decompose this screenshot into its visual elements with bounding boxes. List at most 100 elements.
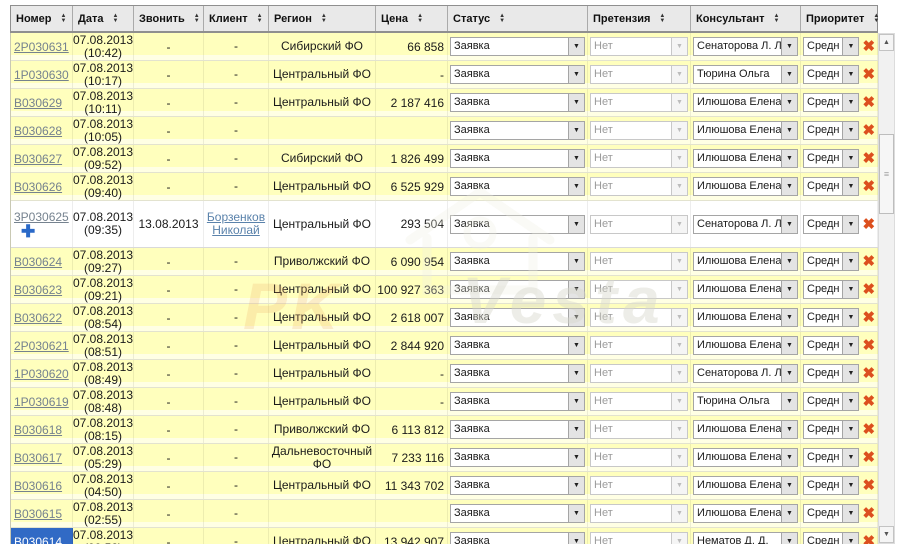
priority-select[interactable]: Средн ▼ (803, 121, 859, 140)
priority-select[interactable]: Средн ▼ (803, 336, 859, 355)
dropdown-arrow-icon[interactable]: ▼ (568, 150, 584, 167)
dropdown-arrow-icon[interactable]: ▼ (842, 281, 858, 298)
priority-select[interactable]: Средн ▼ (803, 504, 859, 523)
priority-select[interactable]: Средн ▼ (803, 149, 859, 168)
column-header-claim[interactable]: Претензия ▲▼ (588, 6, 691, 31)
priority-select[interactable]: Средн ▼ (803, 448, 859, 467)
consultant-select[interactable]: Сенаторова Л. Л. ▼ (693, 364, 798, 383)
consultant-select[interactable]: Сенаторова Л. Л. ▼ (693, 215, 798, 234)
consultant-select[interactable]: Илюшова Елена ▼ (693, 476, 798, 495)
delete-x-icon[interactable]: ✖ (862, 394, 875, 409)
delete-x-icon[interactable]: ✖ (862, 534, 875, 544)
delete-x-icon[interactable]: ✖ (862, 217, 875, 232)
client-link[interactable]: - (234, 124, 238, 137)
consultant-select[interactable]: Илюшова Елена ▼ (693, 448, 798, 467)
consultant-select[interactable]: Илюшова Елена ▼ (693, 149, 798, 168)
order-number-link[interactable]: B030618 (14, 423, 62, 437)
scroll-up-button[interactable]: ▲ (879, 34, 894, 51)
status-select[interactable]: Заявка ▼ (450, 476, 585, 495)
consultant-select[interactable]: Нематов Д. Д. ▼ (693, 532, 798, 544)
dropdown-arrow-icon[interactable]: ▼ (842, 449, 858, 466)
dropdown-arrow-icon[interactable]: ▼ (842, 94, 858, 111)
order-number-link[interactable]: B030628 (14, 124, 62, 138)
delete-x-icon[interactable]: ✖ (862, 67, 875, 82)
consultant-select[interactable]: Илюшова Елена ▼ (693, 280, 798, 299)
delete-x-icon[interactable]: ✖ (862, 478, 875, 493)
delete-x-icon[interactable]: ✖ (862, 95, 875, 110)
sort-icon[interactable]: ▲▼ (499, 14, 505, 24)
dropdown-arrow-icon[interactable]: ▼ (842, 66, 858, 83)
dropdown-arrow-icon[interactable]: ▼ (568, 477, 584, 494)
dropdown-arrow-icon[interactable]: ▼ (568, 94, 584, 111)
status-select[interactable]: Заявка ▼ (450, 336, 585, 355)
column-header-price[interactable]: Цена ▲▼ (376, 6, 448, 31)
dropdown-arrow-icon[interactable]: ▼ (781, 505, 797, 522)
delete-x-icon[interactable]: ✖ (862, 151, 875, 166)
order-number-link[interactable]: B030623 (14, 283, 62, 297)
delete-x-icon[interactable]: ✖ (862, 366, 875, 381)
dropdown-arrow-icon[interactable]: ▼ (842, 216, 858, 233)
column-header-date[interactable]: Дата ▲▼ (73, 6, 134, 31)
dropdown-arrow-icon[interactable]: ▼ (568, 393, 584, 410)
column-header-call[interactable]: Звонить ▲▼ (134, 6, 204, 31)
sort-icon[interactable]: ▲▼ (112, 14, 118, 24)
order-number-link[interactable]: B030627 (14, 152, 62, 166)
dropdown-arrow-icon[interactable]: ▼ (781, 122, 797, 139)
priority-select[interactable]: Средн ▼ (803, 532, 859, 544)
status-select[interactable]: Заявка ▼ (450, 420, 585, 439)
priority-select[interactable]: Средн ▼ (803, 420, 859, 439)
sort-icon[interactable]: ▲▼ (61, 14, 67, 24)
dropdown-arrow-icon[interactable]: ▼ (568, 122, 584, 139)
client-link[interactable]: - (234, 367, 238, 380)
consultant-select[interactable]: Илюшова Елена ▼ (693, 420, 798, 439)
add-order-icon[interactable]: ✚ (21, 224, 35, 239)
delete-x-icon[interactable]: ✖ (862, 179, 875, 194)
consultant-select[interactable]: Илюшова Елена ▼ (693, 252, 798, 271)
order-number-link[interactable]: B030614 (14, 535, 62, 544)
dropdown-arrow-icon[interactable]: ▼ (842, 533, 858, 544)
column-header-number[interactable]: Номер ▲▼ (11, 6, 73, 31)
order-number-link[interactable]: 2P030621 (14, 339, 69, 353)
dropdown-arrow-icon[interactable]: ▼ (842, 477, 858, 494)
priority-select[interactable]: Средн ▼ (803, 364, 859, 383)
client-link[interactable]: - (234, 311, 238, 324)
consultant-select[interactable]: Илюшова Елена ▼ (693, 121, 798, 140)
client-link[interactable]: - (234, 535, 238, 544)
dropdown-arrow-icon[interactable]: ▼ (781, 38, 797, 55)
dropdown-arrow-icon[interactable]: ▼ (842, 253, 858, 270)
status-select[interactable]: Заявка ▼ (450, 149, 585, 168)
status-select[interactable]: Заявка ▼ (450, 280, 585, 299)
dropdown-arrow-icon[interactable]: ▼ (781, 178, 797, 195)
priority-select[interactable]: Средн ▼ (803, 37, 859, 56)
priority-select[interactable]: Средн ▼ (803, 308, 859, 327)
scrollbar-thumb[interactable]: ≡ (879, 134, 894, 214)
column-header-client[interactable]: Клиент ▲▼ (204, 6, 269, 31)
sort-icon[interactable]: ▲▼ (774, 14, 780, 24)
dropdown-arrow-icon[interactable]: ▼ (842, 122, 858, 139)
dropdown-arrow-icon[interactable]: ▼ (568, 178, 584, 195)
dropdown-arrow-icon[interactable]: ▼ (568, 66, 584, 83)
client-link[interactable]: - (234, 40, 238, 53)
order-number-link[interactable]: B030622 (14, 311, 62, 325)
order-number-link[interactable]: 1P030619 (14, 395, 69, 409)
dropdown-arrow-icon[interactable]: ▼ (842, 178, 858, 195)
scroll-down-button[interactable]: ▼ (879, 526, 894, 543)
dropdown-arrow-icon[interactable]: ▼ (568, 253, 584, 270)
delete-x-icon[interactable]: ✖ (862, 123, 875, 138)
order-number-link[interactable]: 1P030620 (14, 367, 69, 381)
dropdown-arrow-icon[interactable]: ▼ (781, 66, 797, 83)
client-link[interactable]: Борзенков Николай (204, 211, 268, 237)
sort-icon[interactable]: ▲▼ (873, 14, 878, 24)
dropdown-arrow-icon[interactable]: ▼ (568, 281, 584, 298)
client-link[interactable]: - (234, 339, 238, 352)
delete-x-icon[interactable]: ✖ (862, 506, 875, 521)
dropdown-arrow-icon[interactable]: ▼ (842, 393, 858, 410)
priority-select[interactable]: Средн ▼ (803, 177, 859, 196)
order-number-link[interactable]: B030615 (14, 507, 62, 521)
sort-icon[interactable]: ▲▼ (321, 14, 327, 24)
client-link[interactable]: - (234, 507, 238, 520)
consultant-select[interactable]: Илюшова Елена ▼ (693, 93, 798, 112)
consultant-select[interactable]: Илюшова Елена ▼ (693, 177, 798, 196)
status-select[interactable]: Заявка ▼ (450, 308, 585, 327)
consultant-select[interactable]: Илюшова Елена ▼ (693, 308, 798, 327)
